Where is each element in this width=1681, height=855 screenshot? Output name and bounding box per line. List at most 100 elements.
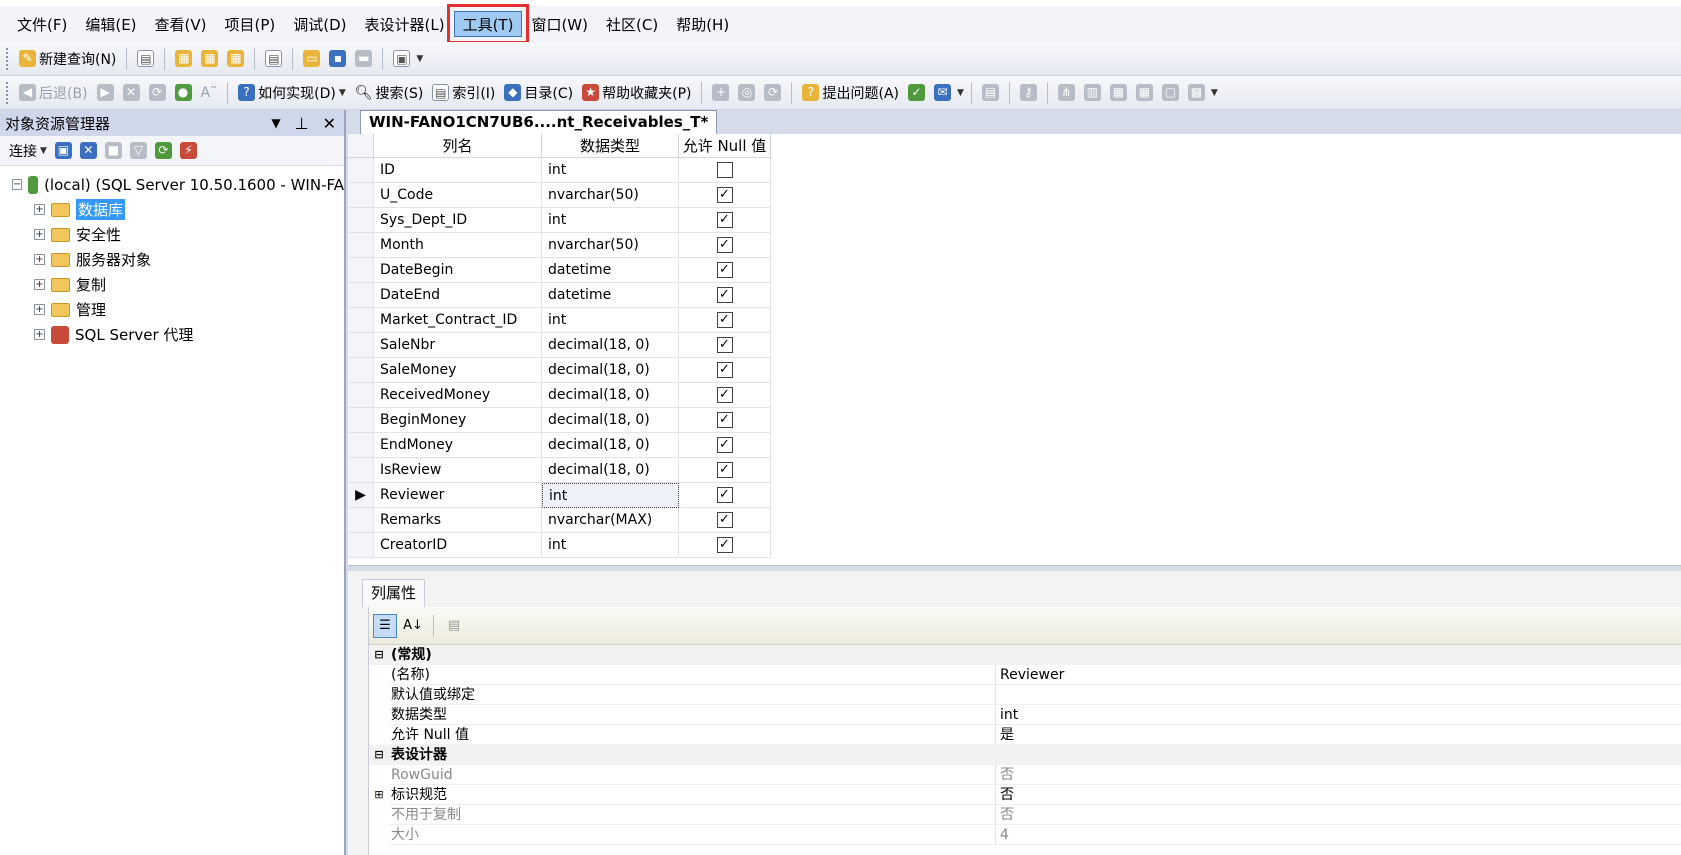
home-button[interactable]: ● xyxy=(172,81,195,105)
name-value[interactable]: Reviewer xyxy=(995,665,1681,685)
table-row[interactable]: CreatorID int ✓ xyxy=(348,533,771,558)
tree-node[interactable]: + SQL Server 代理 xyxy=(0,322,344,347)
property-rowguid-row[interactable]: RowGuid 否 xyxy=(369,765,1681,785)
data-type-cell[interactable]: decimal(18, 0) xyxy=(542,358,679,383)
window-position-dropdown-icon[interactable]: ▼ xyxy=(271,116,280,130)
column-name-cell[interactable]: Month xyxy=(374,233,542,258)
expand-icon[interactable]: ⊞ xyxy=(369,785,389,805)
row-selector[interactable] xyxy=(348,408,374,433)
column-name-cell[interactable]: U_Code xyxy=(374,183,542,208)
send-feedback-button[interactable]: ✉ xyxy=(931,81,954,105)
menu-item-9[interactable]: 帮助(H) xyxy=(667,11,738,37)
back-button[interactable]: ◀ 后退(B) xyxy=(16,81,91,105)
allow-null-checkbox[interactable]: ✓ xyxy=(716,512,733,528)
menu-item-5[interactable]: 表设计器(L) xyxy=(356,11,454,37)
ask-question-button[interactable]: ? 提出问题(A) xyxy=(799,81,902,105)
row-selector[interactable] xyxy=(348,508,374,533)
data-type-cell[interactable]: int xyxy=(542,533,679,558)
tree-node[interactable]: + 复制 xyxy=(0,272,344,297)
table-row[interactable]: DateBegin datetime ✓ xyxy=(348,258,771,283)
allow-null-checkbox[interactable]: ✓ xyxy=(716,262,733,278)
allow-null-checkbox[interactable]: ✓ xyxy=(716,362,733,378)
dmx-query-button[interactable]: ▦ xyxy=(198,47,221,71)
table-row[interactable]: U_Code nvarchar(50) ✓ xyxy=(348,183,771,208)
column-name-cell[interactable]: DateEnd xyxy=(374,283,542,308)
allow-null-checkbox[interactable] xyxy=(716,162,733,178)
contents-button[interactable]: ◆ 目录(C) xyxy=(501,81,576,105)
allow-null-checkbox[interactable]: ✓ xyxy=(716,387,733,403)
table-row[interactable]: SaleMoney decimal(18, 0) ✓ xyxy=(348,358,771,383)
connect-button[interactable]: 连接 ▼ xyxy=(9,139,47,163)
refresh-icon[interactable]: ⟳ xyxy=(154,142,172,159)
column-name-cell[interactable]: SaleNbr xyxy=(374,333,542,358)
font-size-button[interactable]: A˜ xyxy=(198,81,221,105)
index-button[interactable]: ▤ 索引(I) xyxy=(429,81,498,105)
indexes-button[interactable]: ▥ xyxy=(1081,81,1104,105)
fulltext-button[interactable]: ▦ xyxy=(1107,81,1130,105)
table-row[interactable]: Remarks nvarchar(MAX) ✓ xyxy=(348,508,771,533)
expand-icon[interactable]: + xyxy=(34,329,45,340)
categorized-button[interactable]: ☰ xyxy=(373,613,397,638)
column-name-cell[interactable]: DateBegin xyxy=(374,258,542,283)
open-file-button[interactable]: ▭ xyxy=(300,47,323,71)
document-tab[interactable]: WIN-FANO1CN7UB6....nt_Receivables_T* xyxy=(360,110,718,134)
table-row[interactable]: Month nvarchar(50) ✓ xyxy=(348,233,771,258)
collapse-icon[interactable]: − xyxy=(12,179,23,190)
tree-node[interactable]: + 服务器对象 xyxy=(0,247,344,272)
expand-icon[interactable]: + xyxy=(34,254,45,265)
property-datatype-row[interactable]: 数据类型 int xyxy=(369,705,1681,725)
print-button[interactable]: ▬ xyxy=(352,47,375,71)
row-selector[interactable] xyxy=(348,158,374,183)
data-type-cell[interactable]: int xyxy=(542,158,679,183)
close-icon[interactable]: ✕ xyxy=(323,114,336,133)
row-selector[interactable] xyxy=(348,333,374,358)
property-default-row[interactable]: 默认值或绑定 xyxy=(369,685,1681,705)
disconnect-icon[interactable]: ✕ xyxy=(79,142,97,159)
connect-server-icon[interactable]: ▣ xyxy=(54,142,72,159)
allow-null-checkbox[interactable]: ✓ xyxy=(716,287,733,303)
menu-item-1[interactable]: 编辑(E) xyxy=(76,11,145,37)
row-selector[interactable] xyxy=(348,383,374,408)
table-row[interactable]: SaleNbr decimal(18, 0) ✓ xyxy=(348,333,771,358)
mdx-query-button[interactable]: ▦ xyxy=(172,47,195,71)
column-name-cell[interactable]: Market_Contract_ID xyxy=(374,308,542,333)
help-favorites-button[interactable]: ★ 帮助收藏夹(P) xyxy=(579,81,694,105)
identity-value[interactable]: 否 xyxy=(995,785,1681,805)
property-not-for-replication-row[interactable]: 不用于复制 否 xyxy=(369,805,1681,825)
sync-contents-button[interactable]: ⟳ xyxy=(761,81,784,105)
data-type-cell[interactable]: decimal(18, 0) xyxy=(542,333,679,358)
table-row[interactable]: DateEnd datetime ✓ xyxy=(348,283,771,308)
menu-item-4[interactable]: 调试(D) xyxy=(284,11,355,37)
toolbar-overflow-icon[interactable]: ▼ xyxy=(957,88,964,98)
property-size-row[interactable]: 大小 4 xyxy=(369,825,1681,845)
column-name-cell[interactable]: BeginMoney xyxy=(374,408,542,433)
table-row[interactable]: Market_Contract_ID int ✓ xyxy=(348,308,771,333)
category-table-designer[interactable]: ⊟ 表设计器 xyxy=(369,745,1681,765)
allow-null-checkbox[interactable]: ✓ xyxy=(716,537,733,553)
activity-monitor-button[interactable]: ▣ xyxy=(390,47,413,71)
toolbar-grip[interactable] xyxy=(6,47,10,70)
data-type-cell[interactable]: decimal(18, 0) xyxy=(542,433,679,458)
table-row[interactable]: BeginMoney decimal(18, 0) ✓ xyxy=(348,408,771,433)
data-type-cell[interactable]: int xyxy=(542,208,679,233)
add-to-favorites-button[interactable]: + xyxy=(709,81,732,105)
column-name-cell[interactable]: ID xyxy=(374,158,542,183)
column-name-cell[interactable]: ReceivedMoney xyxy=(374,383,542,408)
help-search-button[interactable]: ◎ xyxy=(735,81,758,105)
allow-null-checkbox[interactable]: ✓ xyxy=(716,312,733,328)
allow-null-checkbox[interactable]: ✓ xyxy=(716,412,733,428)
data-type-cell[interactable]: nvarchar(50) xyxy=(542,233,679,258)
data-type-cell[interactable]: decimal(18, 0) xyxy=(542,458,679,483)
row-selector[interactable]: ▶ xyxy=(348,483,374,508)
refresh-button[interactable]: ⟳ xyxy=(146,81,169,105)
forward-button[interactable]: ▶ xyxy=(94,81,117,105)
allow-null-checkbox[interactable]: ✓ xyxy=(716,487,733,503)
data-type-cell[interactable]: decimal(18, 0) xyxy=(542,383,679,408)
xml-indexes-button[interactable]: ▦ xyxy=(1133,81,1156,105)
column-name-cell[interactable]: Remarks xyxy=(374,508,542,533)
property-identity-row[interactable]: ⊞ 标识规范 否 xyxy=(369,785,1681,805)
expand-icon[interactable]: + xyxy=(34,229,45,240)
relationships-button[interactable]: ⋔ xyxy=(1055,81,1078,105)
db-engine-query-button[interactable]: ▤ xyxy=(134,47,157,71)
tree-node[interactable]: + 安全性 xyxy=(0,222,344,247)
